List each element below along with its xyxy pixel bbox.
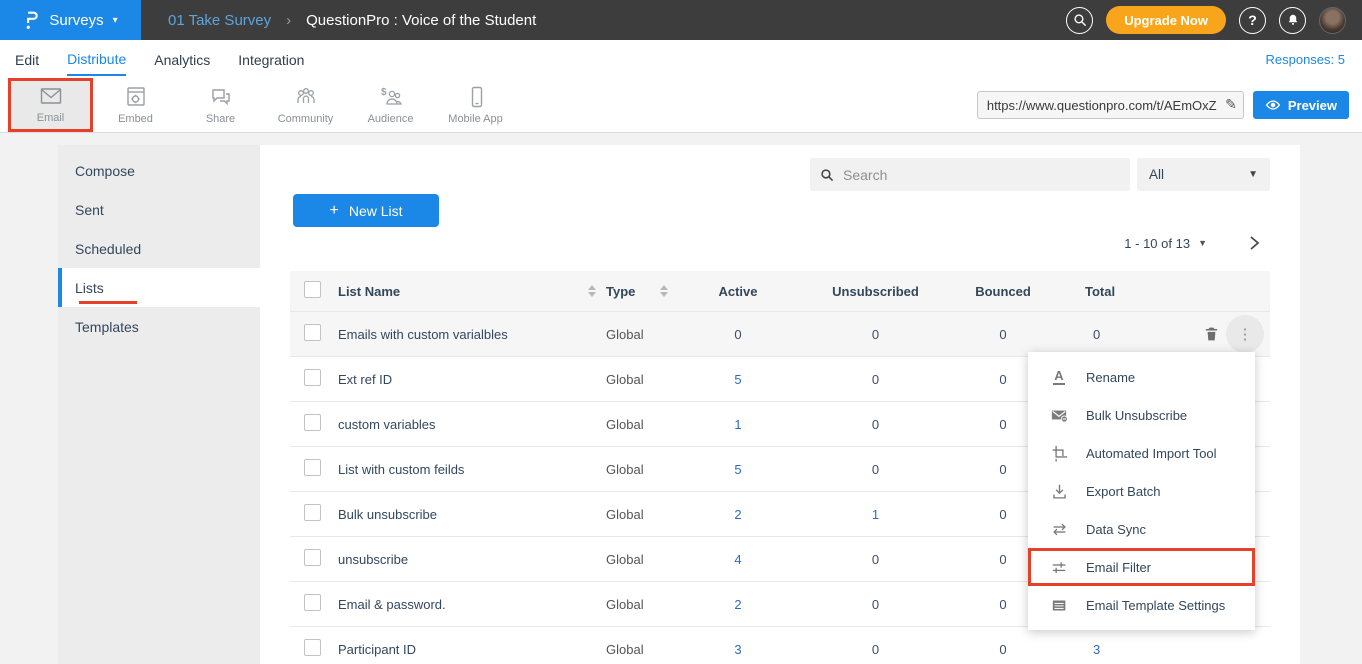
search-input[interactable] — [843, 167, 1120, 183]
sort-icon[interactable] — [588, 285, 596, 297]
sidebar-item-lists[interactable]: Lists — [58, 268, 260, 307]
pagination: 1 - 10 of 13 ▼ — [1124, 235, 1260, 251]
product-name: Surveys — [49, 12, 103, 29]
delete-list-button[interactable] — [1203, 325, 1220, 343]
row-checkbox[interactable] — [304, 414, 321, 431]
menu-item-export-batch[interactable]: Export Batch — [1028, 472, 1255, 510]
row-checkbox[interactable] — [304, 324, 321, 341]
search-icon — [1073, 13, 1087, 27]
sidebar-item-compose[interactable]: Compose — [58, 151, 260, 190]
menu-item-rename[interactable]: A Rename — [1028, 358, 1255, 396]
search-icon — [820, 168, 834, 182]
row-checkbox[interactable] — [304, 504, 321, 521]
survey-url-input[interactable] — [977, 91, 1244, 119]
eye-icon — [1265, 99, 1281, 111]
sidebar-item-scheduled[interactable]: Scheduled — [58, 229, 260, 268]
data-sync-icon — [1049, 522, 1069, 537]
notifications-button[interactable] — [1279, 7, 1306, 34]
help-button[interactable]: ? — [1239, 7, 1266, 34]
new-list-button[interactable]: + New List — [293, 194, 439, 227]
menu-item-data-sync[interactable]: Data Sync — [1028, 510, 1255, 548]
email-icon — [38, 86, 64, 108]
survey-title: QuestionPro : Voice of the Student — [306, 12, 536, 29]
channel-embed[interactable]: Embed — [93, 78, 178, 132]
row-checkbox[interactable] — [304, 594, 321, 611]
community-icon — [293, 85, 319, 109]
pencil-icon[interactable]: ✎ — [1225, 96, 1237, 113]
sidebar-item-sent[interactable]: Sent — [58, 190, 260, 229]
channel-audience[interactable]: $ Audience — [348, 78, 433, 132]
table-header-row: List Name Type Active Unsubscribed Bounc… — [290, 271, 1270, 311]
table-row: Participant ID Global 3 0 0 3 — [290, 626, 1270, 664]
list-options-menu: A Rename Bulk Unsubscribe Automated Impo… — [1028, 352, 1255, 630]
tab-edit[interactable]: Edit — [15, 43, 39, 75]
svg-text:$: $ — [381, 87, 387, 98]
tab-integration[interactable]: Integration — [238, 43, 304, 75]
next-page-button[interactable] — [1249, 235, 1260, 251]
channel-share[interactable]: Share — [178, 78, 263, 132]
chevron-down-icon: ▼ — [1198, 238, 1207, 248]
list-search — [810, 158, 1130, 191]
chevron-down-icon: ▼ — [1248, 169, 1258, 180]
sort-icon[interactable] — [660, 285, 668, 297]
tab-analytics[interactable]: Analytics — [154, 43, 210, 75]
distribute-toolbar: Email Embed Share Community $ Audience M… — [0, 78, 1362, 133]
rename-icon: A — [1049, 369, 1069, 385]
plus-icon: + — [329, 202, 338, 220]
export-batch-icon — [1049, 483, 1069, 500]
menu-item-email-filter[interactable]: Email Filter — [1028, 548, 1255, 586]
email-filter-icon — [1049, 560, 1069, 575]
survey-link-area: ✎ Preview — [977, 78, 1349, 132]
annotation-red-underline — [79, 301, 137, 304]
search-button[interactable] — [1066, 7, 1093, 34]
breadcrumb-folder[interactable]: 01 Take Survey — [168, 12, 271, 29]
delete-icon — [1203, 325, 1220, 343]
channel-email[interactable]: Email — [8, 78, 93, 132]
row-checkbox[interactable] — [304, 549, 321, 566]
bulk-unsubscribe-icon — [1049, 407, 1069, 423]
share-icon — [209, 85, 233, 109]
select-all-checkbox[interactable] — [304, 281, 321, 298]
mobile-app-icon — [464, 85, 488, 109]
surveys-product-menu[interactable]: Surveys ▾ — [0, 0, 141, 40]
chevron-right-icon: › — [286, 12, 291, 29]
email-template-settings-icon — [1049, 598, 1069, 613]
channel-mobile-app[interactable]: Mobile App — [433, 78, 518, 132]
row-checkbox[interactable] — [304, 639, 321, 656]
row-checkbox[interactable] — [304, 459, 321, 476]
tab-distribute[interactable]: Distribute — [67, 42, 126, 76]
more-options-button[interactable]: ⋮ — [1226, 315, 1264, 353]
responses-count[interactable]: Responses: 5 — [1266, 52, 1346, 67]
topbar-actions: Upgrade Now ? — [1066, 6, 1346, 34]
menu-item-email-template-settings[interactable]: Email Template Settings — [1028, 586, 1255, 624]
channel-community[interactable]: Community — [263, 78, 348, 132]
automated-import-icon — [1049, 445, 1069, 462]
page-range-dropdown[interactable]: 1 - 10 of 13 ▼ — [1124, 236, 1207, 251]
row-checkbox[interactable] — [304, 369, 321, 386]
table-row: Emails with custom varialbles Global 0 0… — [290, 311, 1270, 356]
menu-item-automated-import-tool[interactable]: Automated Import Tool — [1028, 434, 1255, 472]
bell-icon — [1286, 13, 1300, 27]
audience-icon: $ — [378, 85, 404, 109]
breadcrumb: 01 Take Survey › QuestionPro : Voice of … — [168, 12, 536, 29]
chevron-down-icon: ▾ — [113, 15, 118, 26]
topbar: Surveys ▾ 01 Take Survey › QuestionPro :… — [0, 0, 1362, 40]
upgrade-now-button[interactable]: Upgrade Now — [1106, 6, 1226, 34]
survey-tabs: Edit Distribute Analytics Integration Re… — [0, 40, 1362, 78]
preview-button[interactable]: Preview — [1253, 91, 1349, 119]
filter-dropdown[interactable]: All ▼ — [1137, 158, 1270, 191]
chevron-right-icon — [1249, 235, 1260, 251]
questionpro-logo — [23, 11, 40, 30]
questionpro-app: Surveys ▾ 01 Take Survey › QuestionPro :… — [0, 0, 1362, 664]
embed-icon — [124, 85, 148, 109]
menu-item-bulk-unsubscribe[interactable]: Bulk Unsubscribe — [1028, 396, 1255, 434]
email-sidebar: Compose Sent Scheduled Lists Templates — [58, 145, 260, 664]
sidebar-item-templates[interactable]: Templates — [58, 307, 260, 346]
user-avatar[interactable] — [1319, 7, 1346, 34]
